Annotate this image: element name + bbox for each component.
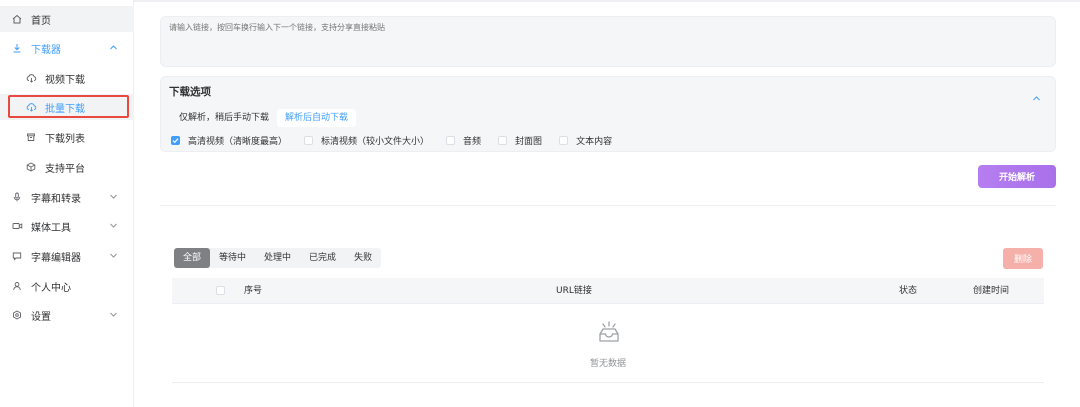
sidebar-item-personal-center[interactable]: 个人中心 [0, 273, 134, 299]
cloud-download-icon [25, 72, 37, 84]
sidebar-item-label: 批量下载 [45, 103, 85, 115]
empty-inbox-icon [596, 320, 622, 346]
video-camera-icon [11, 220, 23, 232]
sidebar-item-subtitles-transcription[interactable]: 字幕和转录 [0, 184, 134, 210]
mode-parse-only[interactable]: 仅解析，稍后手动下载 [171, 109, 277, 127]
mode-auto-download[interactable]: 解析后自动下载 [277, 109, 357, 127]
column-header-created-time: 创建时间 [973, 286, 1010, 296]
settings-icon [11, 309, 23, 321]
checkbox-unchecked[interactable] [559, 135, 569, 145]
checkbox-label: 音频 [463, 136, 482, 147]
sidebar-item-label: 视频下载 [45, 74, 85, 86]
chevron-up-icon[interactable] [1032, 88, 1041, 101]
start-parse-button[interactable]: 开始解析 [978, 165, 1056, 188]
checkbox-label: 文本内容 [576, 136, 613, 147]
column-header-url: URL链接 [556, 286, 592, 296]
sidebar-item-label: 下载列表 [45, 133, 85, 145]
sidebar-item-batch-download[interactable]: 批量下载 [0, 94, 134, 120]
filter-tab-processing[interactable]: 处理中 [255, 248, 300, 268]
filter-tab-completed[interactable]: 已完成 [300, 248, 345, 268]
checkbox-unchecked[interactable] [498, 135, 508, 145]
sidebar-item-home[interactable]: 首页 [0, 6, 134, 32]
cloud-download-icon [25, 101, 37, 113]
chevron-down-icon [109, 221, 118, 230]
main-content: 下载选项 仅解析，稍后手动下载 解析后自动下载 高清视频（清晰度最高） 标清视频… [134, 0, 1080, 407]
select-all-checkbox[interactable] [216, 286, 225, 295]
task-table: 序号 URL链接 状态 创建时间 暂无数据 [172, 278, 1044, 384]
sidebar-item-label: 个人中心 [31, 282, 71, 294]
sidebar-item-label: 字幕和转录 [31, 193, 81, 205]
empty-text: 暂无数据 [589, 359, 626, 369]
checkbox-unchecked[interactable] [304, 135, 314, 145]
sidebar-item-label: 设置 [31, 311, 51, 323]
download-content-options: 高清视频（清晰度最高） 标清视频（较小文件大小） 音频 封面图 文本内容 [171, 133, 629, 147]
download-options-panel: 下载选项 仅解析，稍后手动下载 解析后自动下载 高清视频（清晰度最高） 标清视频… [160, 76, 1056, 152]
sidebar-item-video-download[interactable]: 视频下载 [0, 65, 134, 91]
filter-tab-waiting[interactable]: 等待中 [210, 248, 255, 268]
user-icon [11, 280, 23, 292]
sidebar-item-media-tools[interactable]: 媒体工具 [0, 213, 134, 239]
home-icon [11, 13, 23, 25]
checkbox-checked[interactable] [171, 135, 180, 145]
download-icon [11, 42, 23, 54]
url-input[interactable] [160, 16, 1056, 67]
filter-tab-all[interactable]: 全部 [174, 248, 211, 268]
checkbox-unchecked[interactable] [446, 135, 456, 145]
chevron-down-icon [109, 310, 118, 319]
table-header: 序号 URL链接 状态 创建时间 [172, 278, 1044, 304]
archive-icon [25, 131, 37, 143]
sidebar-item-supported-platforms[interactable]: 支持平台 [0, 154, 134, 180]
sidebar-item-label: 下载器 [31, 44, 61, 56]
microphone-icon [11, 191, 23, 203]
subtitle-icon [11, 250, 23, 262]
empty-state: 暂无数据 [172, 304, 1044, 383]
sidebar-item-settings[interactable]: 设置 [0, 302, 134, 328]
sidebar-item-label: 首页 [31, 15, 51, 27]
sidebar-item-label: 字幕编辑器 [31, 252, 81, 264]
column-header-index: 序号 [244, 286, 263, 296]
sidebar-item-label: 支持平台 [45, 163, 85, 175]
sidebar-item-subtitle-editor[interactable]: 字幕编辑器 [0, 243, 134, 269]
download-mode-tabs: 仅解析，稍后手动下载 解析后自动下载 [171, 109, 357, 127]
checkbox-label: 封面图 [515, 136, 543, 147]
text-content-checkbox[interactable]: 文本内容 [559, 134, 612, 147]
sd-video-checkbox[interactable]: 标清视频（较小文件大小） [304, 134, 429, 147]
sidebar-item-downloader[interactable]: 下载器 [0, 35, 134, 61]
cube-icon [25, 161, 37, 173]
status-filter-tabs: 全部 等待中 处理中 已完成 失败 [174, 248, 382, 268]
audio-checkbox[interactable]: 音频 [446, 134, 481, 147]
checkbox-label: 高清视频（清晰度最高） [188, 136, 288, 147]
sidebar-item-download-list[interactable]: 下载列表 [0, 124, 134, 150]
chevron-down-icon [109, 192, 118, 201]
sidebar: 首页 下载器 视频下载 批量下载 下载列表 支持平台 字幕和转录 媒体工具 字幕… [0, 0, 134, 407]
cover-image-checkbox[interactable]: 封面图 [498, 134, 542, 147]
column-header-status: 状态 [899, 286, 918, 296]
download-options-title: 下载选项 [169, 86, 211, 98]
checkbox-label: 标清视频（较小文件大小） [321, 136, 430, 147]
chevron-up-icon [109, 43, 118, 52]
sidebar-item-label: 媒体工具 [31, 222, 71, 234]
filter-tab-failed[interactable]: 失败 [345, 248, 381, 268]
hd-video-checkbox[interactable]: 高清视频（清晰度最高） [171, 134, 287, 147]
divider [160, 205, 1056, 206]
chevron-down-icon [109, 251, 118, 260]
delete-button[interactable]: 删除 [1003, 248, 1043, 269]
